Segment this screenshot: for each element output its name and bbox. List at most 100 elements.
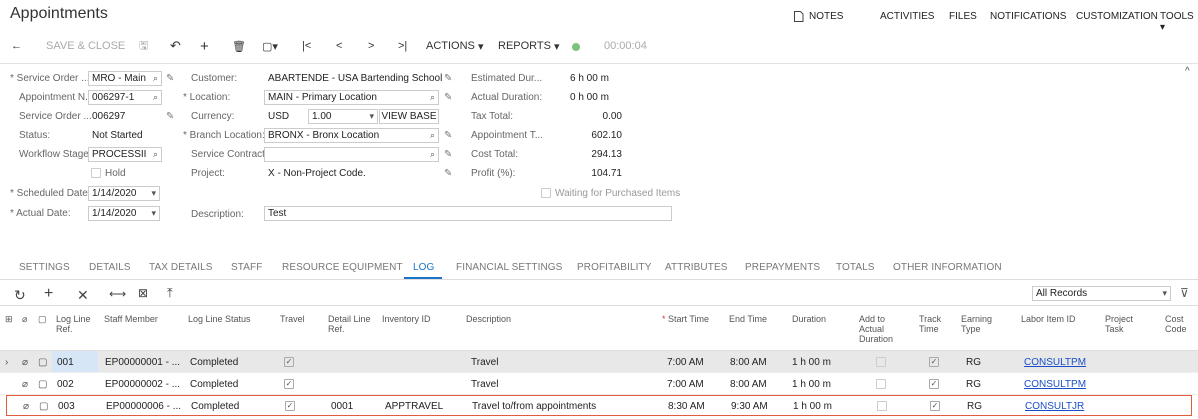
edit-pencil-icon[interactable]: ✎ [166, 73, 174, 84]
edit-pencil-icon[interactable]: ✎ [444, 149, 452, 160]
travel-checkbox[interactable]: ✓ [284, 379, 294, 389]
note-icon[interactable]: ▢ [39, 401, 48, 412]
column-end-time[interactable]: End Time [729, 314, 767, 324]
attachment-icon[interactable]: ⌀ [22, 357, 28, 368]
location-field[interactable]: MAIN - Primary Location ⌕ [264, 90, 439, 105]
collapse-chevron-icon[interactable]: ^ [1185, 66, 1190, 77]
service-order-type-field[interactable]: MRO - Main ⌕ [88, 71, 162, 86]
filter-icon[interactable]: ⊽ [1180, 286, 1189, 300]
row-settings-icon[interactable]: ⊞ [5, 314, 13, 324]
tab-resource-equipment[interactable]: RESOURCE EQUIPMENT [282, 262, 403, 273]
fit-columns-icon[interactable]: ⟷ [109, 287, 126, 301]
column-description[interactable]: Description [466, 314, 511, 324]
column-duration[interactable]: Duration [792, 314, 826, 324]
column-track-time[interactable]: Track Time [919, 314, 949, 334]
back-button[interactable]: ← [11, 39, 22, 53]
description-field[interactable]: Test [264, 206, 672, 221]
upload-icon[interactable]: ⤒ [167, 285, 173, 301]
notifications-link[interactable]: NOTIFICATIONS [990, 11, 1066, 22]
add-to-actual-checkbox[interactable] [876, 379, 886, 389]
column-detail-line-ref[interactable]: Detail Line Ref. [328, 314, 372, 334]
last-record-button[interactable]: >| [398, 39, 407, 53]
labor-item-link[interactable]: CONSULTPM [1024, 357, 1086, 368]
reports-menu[interactable]: REPORTS ▾ [498, 39, 560, 53]
tab-staff[interactable]: STAFF [231, 262, 262, 273]
workflow-stage-field[interactable]: PROCESSII ⌕ [88, 147, 162, 162]
labor-item-link[interactable]: CONSULTJR [1025, 401, 1084, 412]
tab-profitability[interactable]: PROFITABILITY [577, 262, 651, 273]
records-filter-select[interactable]: All Records ▾ [1032, 286, 1171, 301]
edit-pencil-icon[interactable]: ✎ [444, 92, 452, 103]
track-time-checkbox[interactable]: ✓ [930, 401, 940, 411]
column-log-line-status[interactable]: Log Line Status [188, 314, 251, 324]
column-travel[interactable]: Travel [280, 314, 305, 324]
branch-location-field[interactable]: BRONX - Bronx Location ⌕ [264, 128, 439, 143]
column-labor-item-id[interactable]: Labor Item ID [1021, 314, 1076, 324]
service-contract-field[interactable]: ⌕ [264, 147, 439, 162]
column-inventory-id[interactable]: Inventory ID [382, 314, 431, 324]
labor-item-link[interactable]: CONSULTPM [1024, 379, 1086, 390]
tab-other-information[interactable]: OTHER INFORMATION [893, 262, 1002, 273]
delete-button[interactable]: 🗑 [232, 39, 246, 53]
actions-menu[interactable]: ACTIONS ▾ [426, 39, 483, 53]
appointment-nbr-field[interactable]: 006297-1 ⌕ [88, 90, 162, 105]
add-row-icon[interactable]: + [44, 285, 53, 303]
files-link[interactable]: FILES [949, 11, 977, 22]
currency-rate-field[interactable]: 1.00 ▾ [308, 109, 378, 124]
column-project-task[interactable]: Project Task [1105, 314, 1141, 334]
edit-pencil-icon[interactable]: ✎ [444, 73, 452, 84]
activities-link[interactable]: ACTIVITIES [880, 11, 934, 22]
travel-checkbox[interactable]: ✓ [284, 357, 294, 367]
delete-row-icon[interactable]: ✕ [77, 287, 89, 304]
save-close-button[interactable]: SAVE & CLOSE [46, 39, 125, 53]
tab-tax-details[interactable]: TAX DETAILS [149, 262, 213, 273]
add-to-actual-checkbox[interactable] [876, 357, 886, 367]
first-record-button[interactable]: |< [302, 39, 311, 53]
actual-date-field[interactable]: 1/14/2020 ▾ [88, 206, 160, 221]
note-icon[interactable]: ▢ [38, 379, 47, 390]
tab-attributes[interactable]: ATTRIBUTES [665, 262, 727, 273]
save-button[interactable]: 🖫 [139, 39, 148, 53]
prev-record-button[interactable]: < [336, 39, 342, 53]
scheduled-date-field[interactable]: 1/14/2020 ▾ [88, 186, 160, 201]
attachment-icon[interactable]: ⌀ [22, 379, 28, 390]
tab-financial-settings[interactable]: FINANCIAL SETTINGS [456, 262, 562, 273]
save-icon: 🖫 [139, 39, 149, 52]
edit-pencil-icon[interactable]: ✎ [444, 130, 452, 141]
column-staff-member[interactable]: Staff Member [104, 314, 158, 324]
column-cost-code[interactable]: Cost Code [1165, 314, 1195, 334]
customization-link[interactable]: CUSTOMIZATION [1076, 11, 1158, 22]
tools-menu[interactable]: TOOLS ▾ [1160, 11, 1198, 33]
tab-prepayments[interactable]: PREPAYMENTS [745, 262, 820, 273]
tab-settings[interactable]: SETTINGS [19, 262, 70, 273]
notes-link[interactable]: NOTES [809, 11, 843, 22]
table-row[interactable]: ⌀ ▢ 003 EP00000006 - ... Completed ✓ 000… [6, 395, 1192, 416]
travel-checkbox[interactable]: ✓ [285, 401, 295, 411]
edit-pencil-icon[interactable]: ✎ [444, 168, 452, 179]
add-to-actual-checkbox[interactable] [877, 401, 887, 411]
column-add-to-actual[interactable]: Add to Actual Duration [859, 314, 905, 344]
track-time-checkbox[interactable]: ✓ [929, 357, 939, 367]
tab-details[interactable]: DETAILS [89, 262, 131, 273]
column-log-line-ref[interactable]: Log Line Ref. [56, 314, 94, 334]
table-row[interactable]: ⌀ ▢ 002 EP00000002 - ... Completed ✓ Tra… [0, 373, 1198, 395]
track-time-checkbox[interactable]: ✓ [929, 379, 939, 389]
next-record-button[interactable]: > [368, 39, 374, 53]
edit-pencil-icon[interactable]: ✎ [166, 111, 174, 122]
export-excel-icon[interactable]: ⊠ [138, 286, 148, 300]
column-earning-type[interactable]: Earning Type [961, 314, 1001, 334]
tab-totals[interactable]: TOTALS [836, 262, 875, 273]
column-start-time[interactable]: * Start Time [662, 314, 709, 324]
undo-button[interactable]: ↶ [170, 38, 181, 53]
attachment-icon[interactable]: ⌀ [23, 401, 29, 412]
hold-checkbox[interactable] [91, 168, 101, 178]
notes-icon[interactable] [793, 11, 805, 22]
view-base-button[interactable]: VIEW BASE [379, 109, 439, 124]
copy-paste-button[interactable]: ▢ ▾ [262, 39, 278, 53]
note-icon[interactable]: ▢ [38, 357, 47, 368]
waiting-checkbox[interactable] [541, 188, 551, 198]
tab-log[interactable]: LOG [413, 262, 434, 273]
table-row[interactable]: › ⌀ ▢ 001 EP00000001 - ... Completed ✓ T… [0, 351, 1198, 373]
refresh-icon[interactable]: ↻ [14, 287, 26, 304]
add-button[interactable]: + [200, 38, 209, 55]
